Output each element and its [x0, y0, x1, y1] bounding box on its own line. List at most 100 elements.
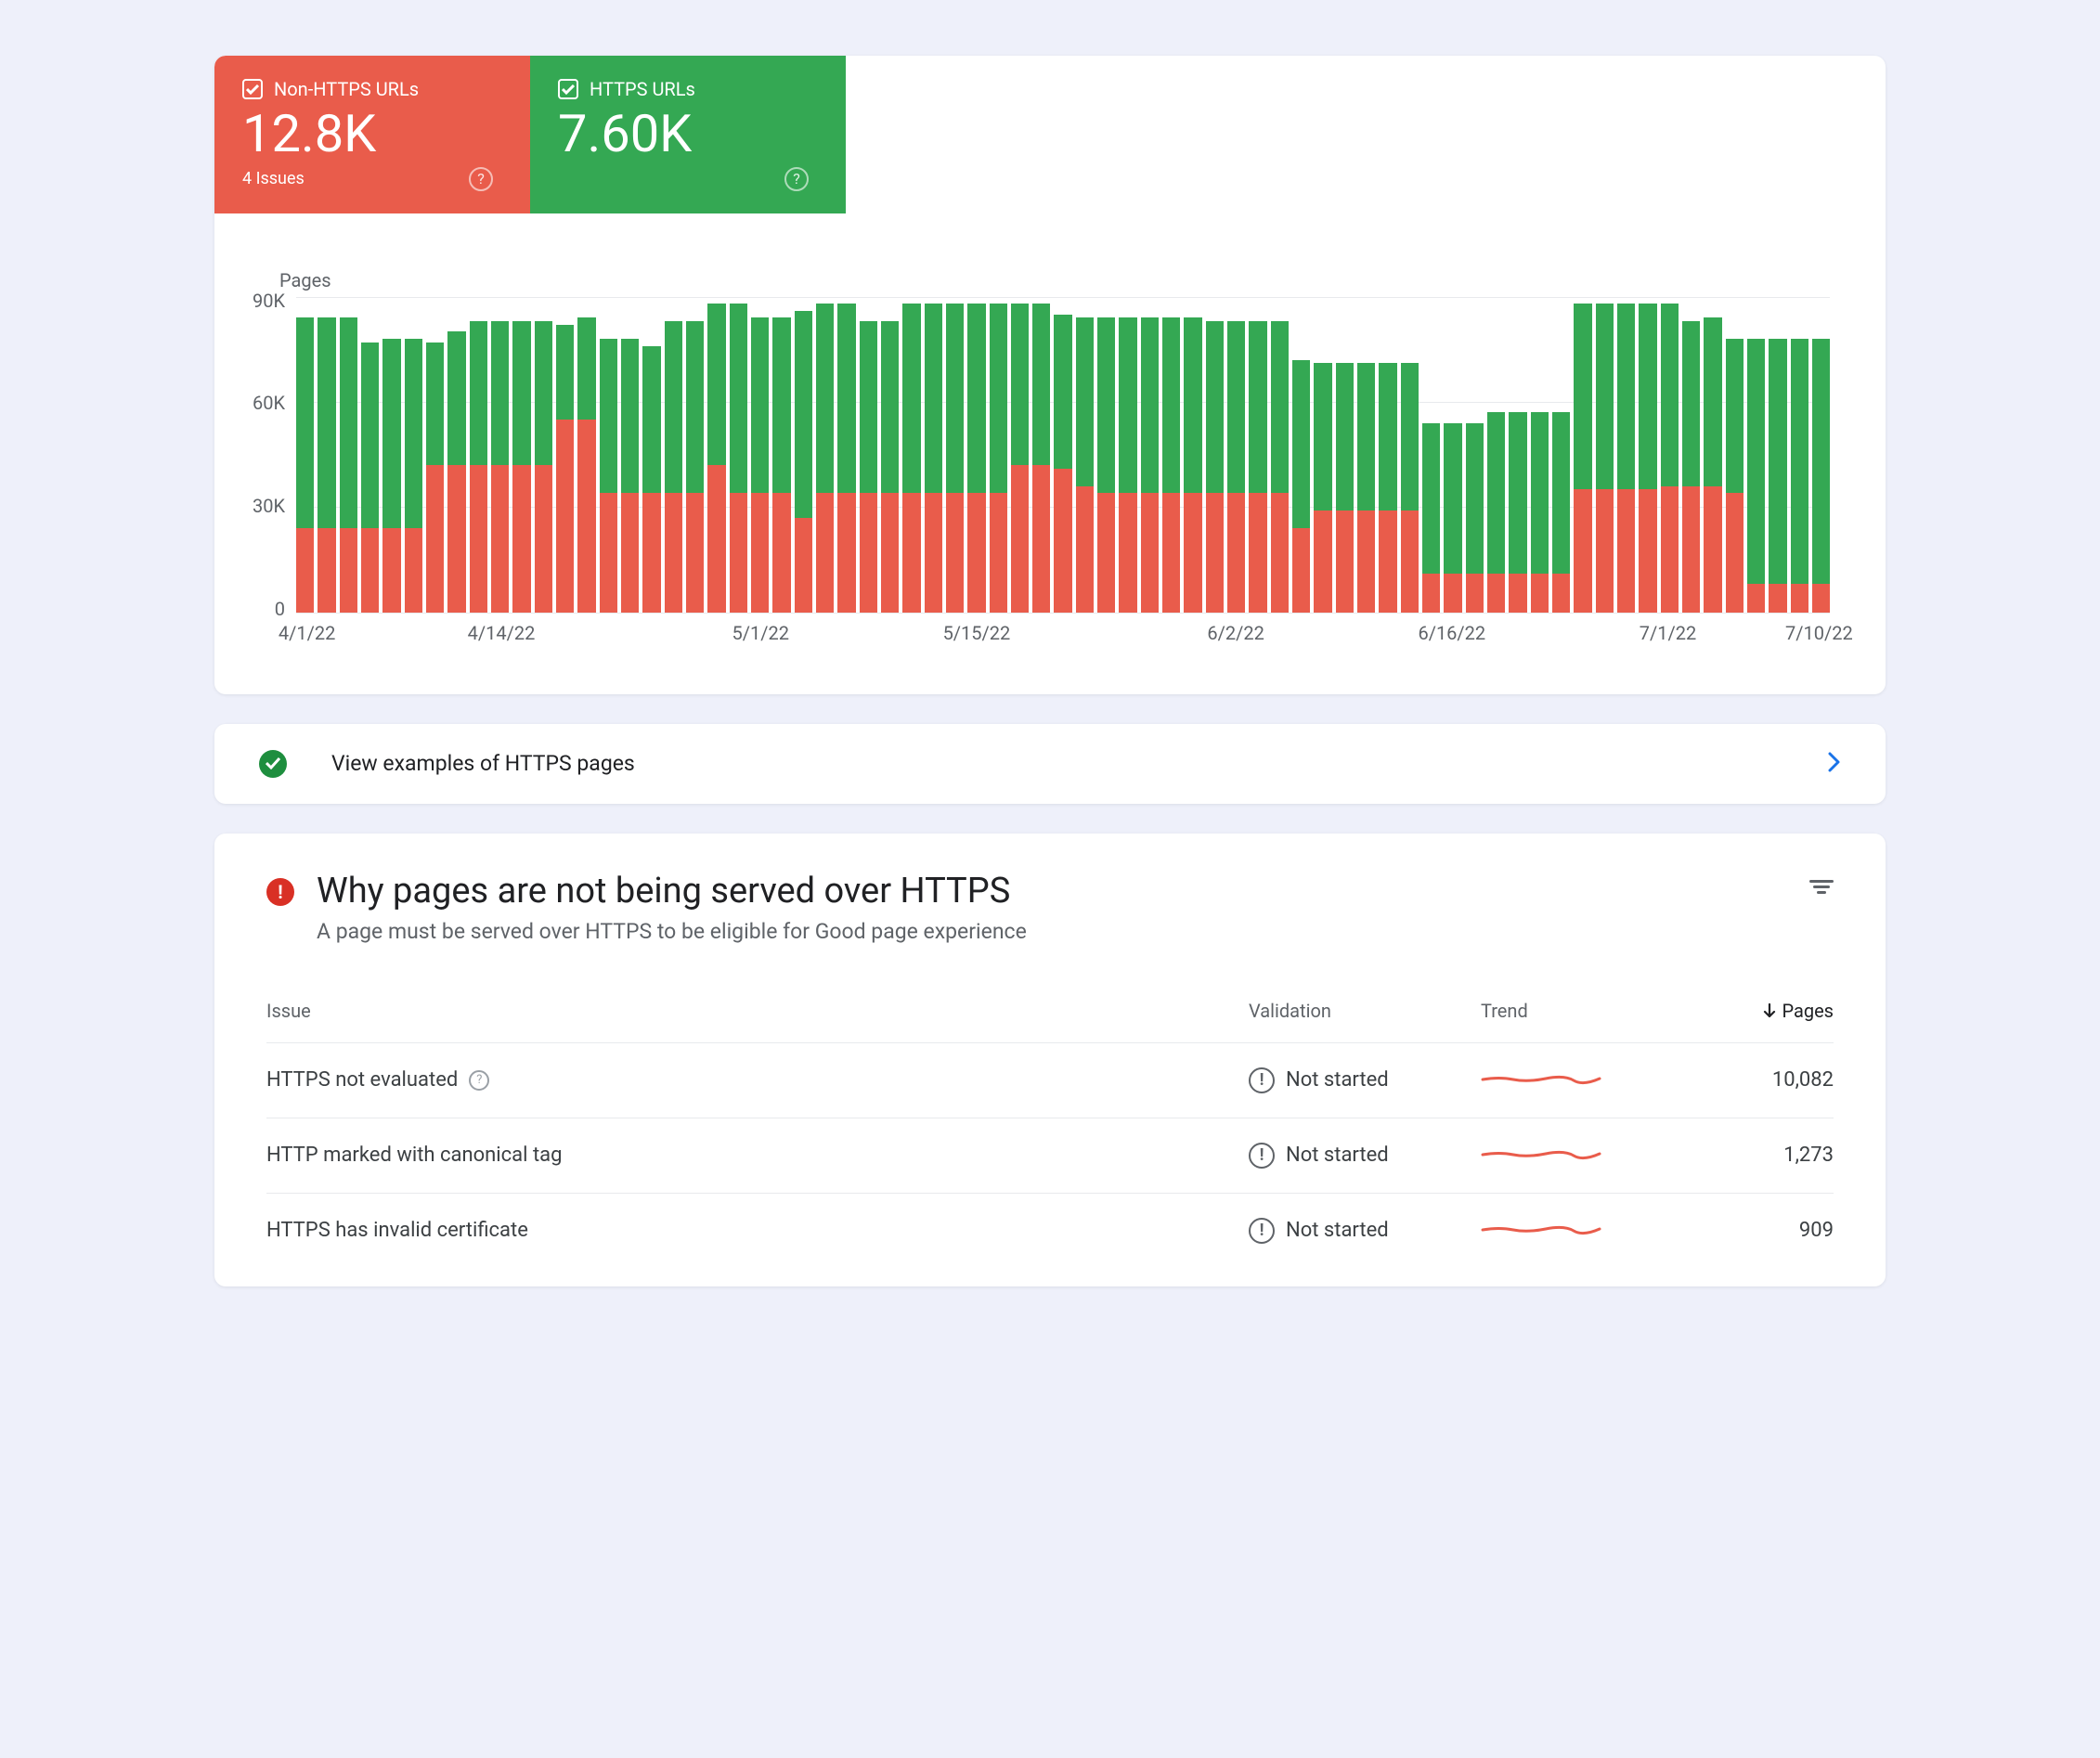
bar-column[interactable]	[361, 297, 379, 613]
bars-container	[296, 297, 1830, 613]
bar-column[interactable]	[730, 297, 747, 613]
bar-column[interactable]	[1314, 297, 1331, 613]
bar-column[interactable]	[1206, 297, 1224, 613]
bar-column[interactable]	[795, 297, 812, 613]
bar-column[interactable]	[1357, 297, 1375, 613]
col-pages[interactable]: Pages	[1685, 1000, 1834, 1022]
bar-column[interactable]	[1401, 297, 1419, 613]
tab-value: 12.8K	[242, 106, 493, 163]
bar-column[interactable]	[1444, 297, 1461, 613]
bar-column[interactable]	[1032, 297, 1050, 613]
not-started-icon: !	[1249, 1143, 1275, 1169]
bar-column[interactable]	[642, 297, 660, 613]
check-circle-icon	[259, 750, 287, 778]
tab-issues: 4 Issues	[242, 169, 305, 188]
bar-column[interactable]	[1769, 297, 1786, 613]
bar-column[interactable]	[1509, 297, 1526, 613]
bar-column[interactable]	[1726, 297, 1744, 613]
bar-column[interactable]	[1791, 297, 1808, 613]
bar-column[interactable]	[1271, 297, 1289, 613]
bar-column[interactable]	[296, 297, 314, 613]
bar-column[interactable]	[860, 297, 877, 613]
bar-column[interactable]	[1162, 297, 1180, 613]
bar-column[interactable]	[405, 297, 422, 613]
bar-column[interactable]	[621, 297, 639, 613]
bar-column[interactable]	[447, 297, 465, 613]
bar-column[interactable]	[1661, 297, 1679, 613]
bar-column[interactable]	[967, 297, 985, 613]
bar-column[interactable]	[1639, 297, 1656, 613]
bar-column[interactable]	[1119, 297, 1136, 613]
bar-column[interactable]	[837, 297, 855, 613]
bar-column[interactable]	[707, 297, 725, 613]
bar-column[interactable]	[1617, 297, 1635, 613]
bar-column[interactable]	[816, 297, 834, 613]
table-row[interactable]: HTTP marked with canonical tag!Not start…	[266, 1118, 1834, 1194]
bar-column[interactable]	[1596, 297, 1614, 613]
table-row[interactable]: HTTPS not evaluated?!Not started10,082	[266, 1043, 1834, 1118]
tab-label: Non-HTTPS URLs	[274, 78, 419, 100]
bar-column[interactable]	[577, 297, 595, 613]
bar-column[interactable]	[556, 297, 574, 613]
bar-column[interactable]	[1379, 297, 1396, 613]
trend-sparkline	[1481, 1067, 1601, 1090]
bar-column[interactable]	[600, 297, 617, 613]
bar-column[interactable]	[426, 297, 444, 613]
help-icon[interactable]: ?	[784, 167, 809, 191]
col-issue: Issue	[266, 1000, 1230, 1022]
bar-column[interactable]	[946, 297, 964, 613]
help-icon[interactable]: ?	[469, 167, 493, 191]
bar-column[interactable]	[1227, 297, 1245, 613]
tab-https[interactable]: HTTPS URLs 7.60K ?	[530, 56, 846, 213]
bar-column[interactable]	[1141, 297, 1159, 613]
bar-column[interactable]	[1011, 297, 1029, 613]
bar-column[interactable]	[990, 297, 1007, 613]
not-started-icon: !	[1249, 1067, 1275, 1093]
bar-column[interactable]	[1249, 297, 1266, 613]
filter-icon[interactable]	[1809, 871, 1834, 894]
bar-column[interactable]	[318, 297, 335, 613]
bar-column[interactable]	[1076, 297, 1094, 613]
checkbox-icon	[242, 79, 263, 99]
bar-column[interactable]	[881, 297, 899, 613]
bar-column[interactable]	[1292, 297, 1310, 613]
bar-column[interactable]	[751, 297, 769, 613]
bar-column[interactable]	[925, 297, 942, 613]
bar-column[interactable]	[1682, 297, 1700, 613]
help-icon[interactable]: ?	[469, 1070, 489, 1091]
x-ticks: 4/1/224/14/225/1/225/15/226/2/226/16/227…	[296, 622, 1830, 648]
bar-column[interactable]	[1336, 297, 1354, 613]
bar-column[interactable]	[470, 297, 487, 613]
bar-column[interactable]	[491, 297, 509, 613]
y-ticks: 90K60K30K0	[229, 290, 285, 620]
bar-column[interactable]	[1097, 297, 1115, 613]
bar-column[interactable]	[902, 297, 920, 613]
bar-column[interactable]	[1054, 297, 1071, 613]
table-row[interactable]: HTTPS has invalid certificate!Not starte…	[266, 1194, 1834, 1268]
bar-column[interactable]	[1552, 297, 1570, 613]
y-axis-label: Pages	[279, 269, 1830, 291]
bar-column[interactable]	[1574, 297, 1591, 613]
bar-column[interactable]	[772, 297, 790, 613]
bar-column[interactable]	[1422, 297, 1440, 613]
chevron-right-icon	[1828, 752, 1841, 776]
bar-column[interactable]	[1531, 297, 1549, 613]
bar-column[interactable]	[535, 297, 552, 613]
bar-column[interactable]	[1747, 297, 1765, 613]
bar-column[interactable]	[1466, 297, 1484, 613]
bar-column[interactable]	[382, 297, 400, 613]
validation-status: Not started	[1286, 1219, 1389, 1242]
bar-column[interactable]	[665, 297, 682, 613]
bar-column[interactable]	[1184, 297, 1201, 613]
bar-column[interactable]	[1487, 297, 1505, 613]
view-examples-link[interactable]: View examples of HTTPS pages	[214, 724, 1886, 804]
chart-card: Non-HTTPS URLs 12.8K 4 Issues ? HTTPS UR…	[214, 56, 1886, 694]
bar-column[interactable]	[1812, 297, 1830, 613]
tab-non-https[interactable]: Non-HTTPS URLs 12.8K 4 Issues ?	[214, 56, 530, 213]
summary-tabs: Non-HTTPS URLs 12.8K 4 Issues ? HTTPS UR…	[214, 56, 1886, 213]
link-label: View examples of HTTPS pages	[331, 751, 1828, 776]
bar-column[interactable]	[686, 297, 704, 613]
bar-column[interactable]	[1704, 297, 1721, 613]
bar-column[interactable]	[340, 297, 357, 613]
bar-column[interactable]	[512, 297, 530, 613]
